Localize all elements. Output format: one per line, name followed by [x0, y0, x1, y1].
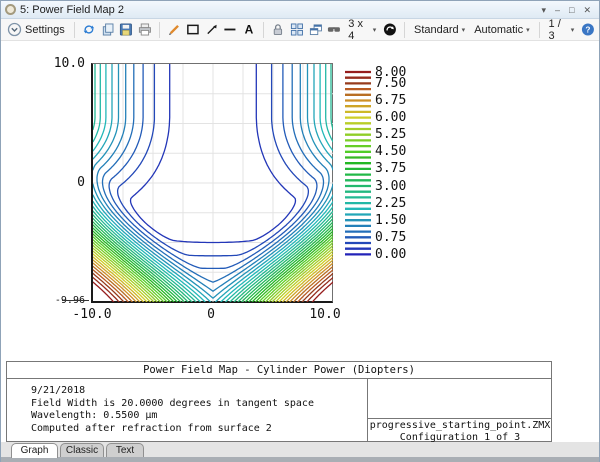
analysis-title: Power Field Map - Cylinder Power (Diopte…: [7, 362, 551, 379]
page-selector-dropdown[interactable]: 1 / 3 ▾: [547, 17, 577, 43]
automatic-dropdown[interactable]: Automatic ▾: [472, 23, 531, 37]
window-title: 5: Power Field Map 2: [20, 4, 124, 16]
settings-button[interactable]: Settings: [5, 21, 67, 38]
update-all-icon[interactable]: [383, 22, 397, 37]
power-field-map-window: 5: Power Field Map 2 ▾ – □ ✕ Settings: [0, 0, 600, 462]
text-icon[interactable]: A: [242, 22, 256, 37]
split-window-icon[interactable]: [290, 22, 304, 37]
window-icon: [5, 4, 16, 15]
x-tick-right: 10.0: [300, 307, 350, 322]
settings-chevron-icon: [7, 22, 22, 37]
toolbar: Settings: [1, 19, 599, 41]
file-info-cell: progressive_starting_point.ZMX Configura…: [367, 379, 552, 441]
window-menu-icon[interactable]: ▾: [541, 4, 546, 16]
grid-size-dropdown[interactable]: 3 x 4 ▾: [346, 17, 378, 43]
print-icon[interactable]: [138, 22, 152, 37]
legend-value: 1.50: [375, 213, 406, 228]
tab-graph[interactable]: Graph: [11, 443, 58, 458]
minimize-icon[interactable]: –: [555, 4, 560, 16]
x-tick-middle: 0: [186, 307, 236, 322]
legend-value: 4.50: [375, 144, 406, 159]
separator: [263, 22, 264, 38]
help-icon[interactable]: ?: [581, 22, 595, 37]
cascade-windows-icon[interactable]: [309, 22, 323, 37]
legend-value: 7.50: [375, 76, 406, 91]
analysis-date: 9/21/2018: [31, 385, 367, 398]
refresh-icon[interactable]: [82, 22, 96, 37]
window-bottom-bar: [1, 457, 599, 462]
maximize-icon[interactable]: □: [569, 4, 574, 16]
copy-icon[interactable]: [101, 22, 115, 37]
wavelength-line: Wavelength: 0.5500 µm: [31, 410, 367, 423]
legend-value: 6.75: [375, 93, 406, 108]
lock-icon[interactable]: [271, 22, 285, 37]
contour-map: [93, 64, 333, 302]
color-scale-legend: [345, 70, 372, 262]
arrow-icon[interactable]: [205, 22, 219, 37]
legend-value: 3.00: [375, 179, 406, 194]
analysis-info: 9/21/2018 Field Width is 20.0000 degrees…: [7, 379, 367, 441]
svg-text:?: ?: [586, 25, 591, 35]
legend-value: 3.75: [375, 161, 406, 176]
legend-value: 6.00: [375, 110, 406, 125]
separator: [159, 22, 160, 38]
rectangle-icon[interactable]: [186, 22, 200, 37]
standard-dropdown[interactable]: Standard ▾: [412, 23, 467, 37]
chevron-down-icon: ▾: [462, 26, 466, 34]
svg-text:A: A: [245, 23, 254, 37]
legend-value: 2.25: [375, 196, 406, 211]
legend-value: 0.75: [375, 230, 406, 245]
tab-text[interactable]: Text: [106, 443, 144, 458]
analysis-text-panel: Power Field Map - Cylinder Power (Diopte…: [6, 361, 552, 442]
line-icon[interactable]: [223, 22, 237, 37]
surface-line: Computed after refraction from surface 2: [31, 423, 367, 436]
tab-classic[interactable]: Classic: [60, 443, 104, 458]
separator: [539, 22, 540, 38]
close-icon[interactable]: ✕: [583, 4, 591, 16]
chevron-down-icon: ▾: [571, 26, 575, 34]
lens-file-name: progressive_starting_point.ZMX: [368, 420, 552, 432]
pencil-icon[interactable]: [167, 22, 181, 37]
y-axis-tick: [62, 300, 89, 301]
separator: [74, 22, 75, 38]
chevron-down-icon: ▾: [526, 26, 530, 34]
view-tab-strip: Graph Classic Text: [1, 442, 599, 457]
field-width-line: Field Width is 20.0000 degrees in tangen…: [31, 398, 367, 411]
legend-value: 0.00: [375, 247, 406, 262]
contour-plot: [91, 63, 333, 303]
title-bar: 5: Power Field Map 2 ▾ – □ ✕: [1, 1, 599, 19]
y-tick-top: 10.0: [37, 56, 85, 71]
stereo-glasses-icon[interactable]: [327, 22, 341, 37]
save-icon[interactable]: [119, 22, 133, 37]
x-tick-left: -10.0: [67, 307, 117, 322]
chevron-down-icon: ▾: [373, 26, 377, 34]
y-tick-middle: 0: [37, 175, 85, 190]
legend-value: 5.25: [375, 127, 406, 142]
separator: [404, 22, 405, 38]
